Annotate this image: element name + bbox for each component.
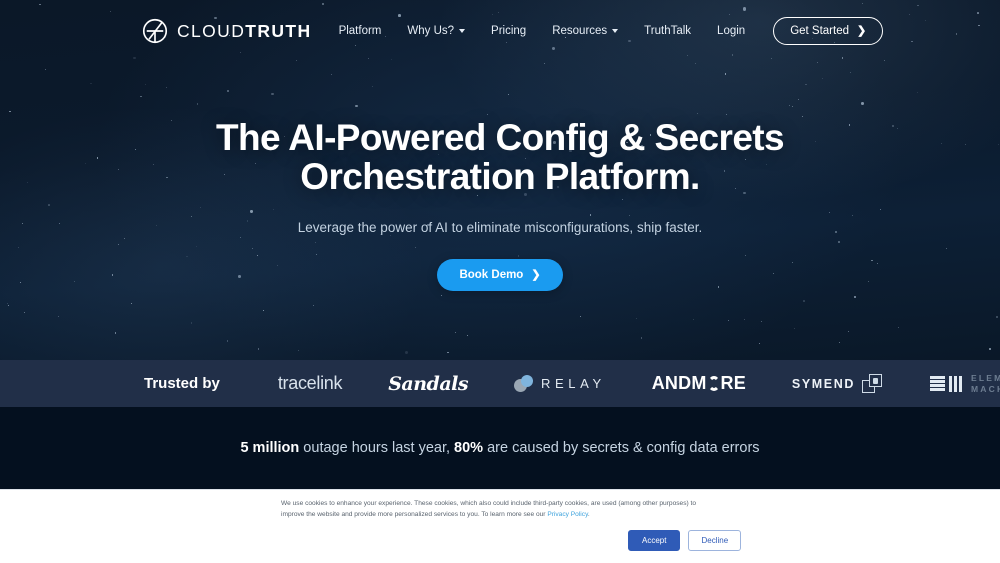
logo-element-machines-line1: ELEMENT — [971, 373, 1000, 384]
logo-andmore-text-before: ANDM — [651, 373, 707, 393]
nav-actions: Login Get Started ❯ — [717, 17, 884, 45]
logo-andmore-text-after: RE — [720, 373, 746, 393]
logo-andmore-text: ANDM RE — [652, 373, 746, 394]
trusted-by-section: Trusted by tracelink Sandals RELAY ANDM R… — [0, 360, 1000, 407]
stat-line: 5 million outage hours last year, 80% ar… — [240, 440, 759, 456]
privacy-policy-link[interactable]: Privacy Policy — [547, 511, 588, 518]
decline-cookies-button[interactable]: Decline — [688, 530, 742, 551]
brand-name-bold: TRUTH — [245, 20, 312, 41]
stat-highlight-1: 5 million — [240, 440, 300, 456]
page-root: CLOUDTRUTH Platform Why Us? Pricing Reso… — [0, 0, 1000, 563]
logo-element-machines-line2: MACHINES — [971, 383, 1000, 394]
logo-tracelink: tracelink — [277, 373, 343, 394]
element-machines-bars-icon — [930, 375, 963, 393]
trusted-by-label: Trusted by — [144, 375, 220, 392]
cookie-banner-text: We use cookies to enhance your experienc… — [281, 498, 721, 520]
login-link[interactable]: Login — [717, 25, 745, 37]
brand-name: CLOUDTRUTH — [177, 21, 312, 42]
headline-line-1: The AI-Powered Config & Secrets — [215, 117, 785, 158]
logo-tracelink-text: tracelink — [277, 373, 343, 393]
hero-content: The AI-Powered Config & Secrets Orchestr… — [0, 117, 1000, 292]
get-started-button[interactable]: Get Started ❯ — [773, 17, 884, 45]
chevron-down-icon — [612, 29, 619, 33]
nav-item-why-us-label: Why Us? — [407, 25, 455, 37]
logo-sandals-text: Sandals — [388, 372, 469, 395]
page-title: The AI-Powered Config & Secrets Orchestr… — [0, 117, 1000, 198]
andmore-o-ring-icon — [707, 376, 720, 391]
nav-item-platform[interactable]: Platform — [339, 25, 382, 37]
logo-element-machines-text: ELEMENT MACHINES — [971, 373, 1000, 393]
nav-item-truthtalk[interactable]: TruthTalk — [644, 25, 691, 37]
nav-item-resources-label: Resources — [552, 25, 608, 37]
symend-squares-icon — [862, 373, 884, 394]
chevron-down-icon — [459, 29, 466, 33]
logo-element-machines: ELEMENT MACHINES — [930, 373, 1000, 394]
nav-item-pricing-label: Pricing — [491, 25, 527, 37]
site-navbar: CLOUDTRUTH Platform Why Us? Pricing Reso… — [0, 0, 1000, 62]
book-demo-label: Book Demo — [459, 269, 524, 282]
cookie-body-text: We use cookies to enhance your experienc… — [281, 500, 697, 519]
logo-symend: SYMEND — [791, 373, 884, 394]
hero-cta-wrapper: Book Demo ❯ — [0, 259, 1000, 292]
chevron-right-icon: ❯ — [857, 24, 867, 37]
nav-item-pricing[interactable]: Pricing — [491, 25, 526, 37]
stat-tail-text: are caused by secrets & config data erro… — [483, 440, 760, 456]
logo-sandals: Sandals — [388, 373, 468, 395]
get-started-label: Get Started — [790, 25, 849, 37]
logo-symend-text: SYMEND — [791, 376, 856, 391]
stat-highlight-2: 80% — [454, 440, 484, 456]
stat-middle-text: outage hours last year, — [299, 440, 455, 456]
cookie-banner-actions: Accept Decline — [628, 530, 742, 551]
cookie-body-end: . — [587, 511, 590, 519]
logo-andmore: ANDM RE — [652, 373, 746, 394]
logo-relay-text: RELAY — [541, 376, 606, 391]
stat-section: 5 million outage hours last year, 80% ar… — [0, 407, 1000, 489]
brand-logo[interactable]: CLOUDTRUTH — [140, 16, 312, 46]
hero-subheadline: Leverage the power of AI to eliminate mi… — [297, 220, 703, 236]
nav-item-resources[interactable]: Resources — [552, 25, 619, 37]
headline-line-2: Orchestration Platform. — [300, 156, 700, 198]
accept-cookies-button[interactable]: Accept — [628, 530, 681, 551]
cookie-consent-banner: We use cookies to enhance your experienc… — [0, 489, 1000, 563]
logo-relay: RELAY — [514, 374, 606, 393]
chevron-right-icon: ❯ — [531, 268, 541, 281]
cloudtruth-circle-logo-icon — [142, 18, 168, 44]
relay-circles-icon — [514, 374, 534, 393]
nav-item-why-us[interactable]: Why Us? — [407, 25, 466, 37]
nav-links: Platform Why Us? Pricing Resources Truth… — [339, 25, 717, 37]
nav-item-truthtalk-label: TruthTalk — [644, 25, 692, 37]
nav-item-platform-label: Platform — [338, 25, 382, 37]
book-demo-button[interactable]: Book Demo ❯ — [437, 259, 563, 292]
hero-section: CLOUDTRUTH Platform Why Us? Pricing Reso… — [0, 0, 1000, 360]
customer-logo-row: tracelink Sandals RELAY ANDM RE SYMEND E… — [278, 373, 1000, 395]
brand-name-light: CLOUD — [177, 20, 246, 41]
